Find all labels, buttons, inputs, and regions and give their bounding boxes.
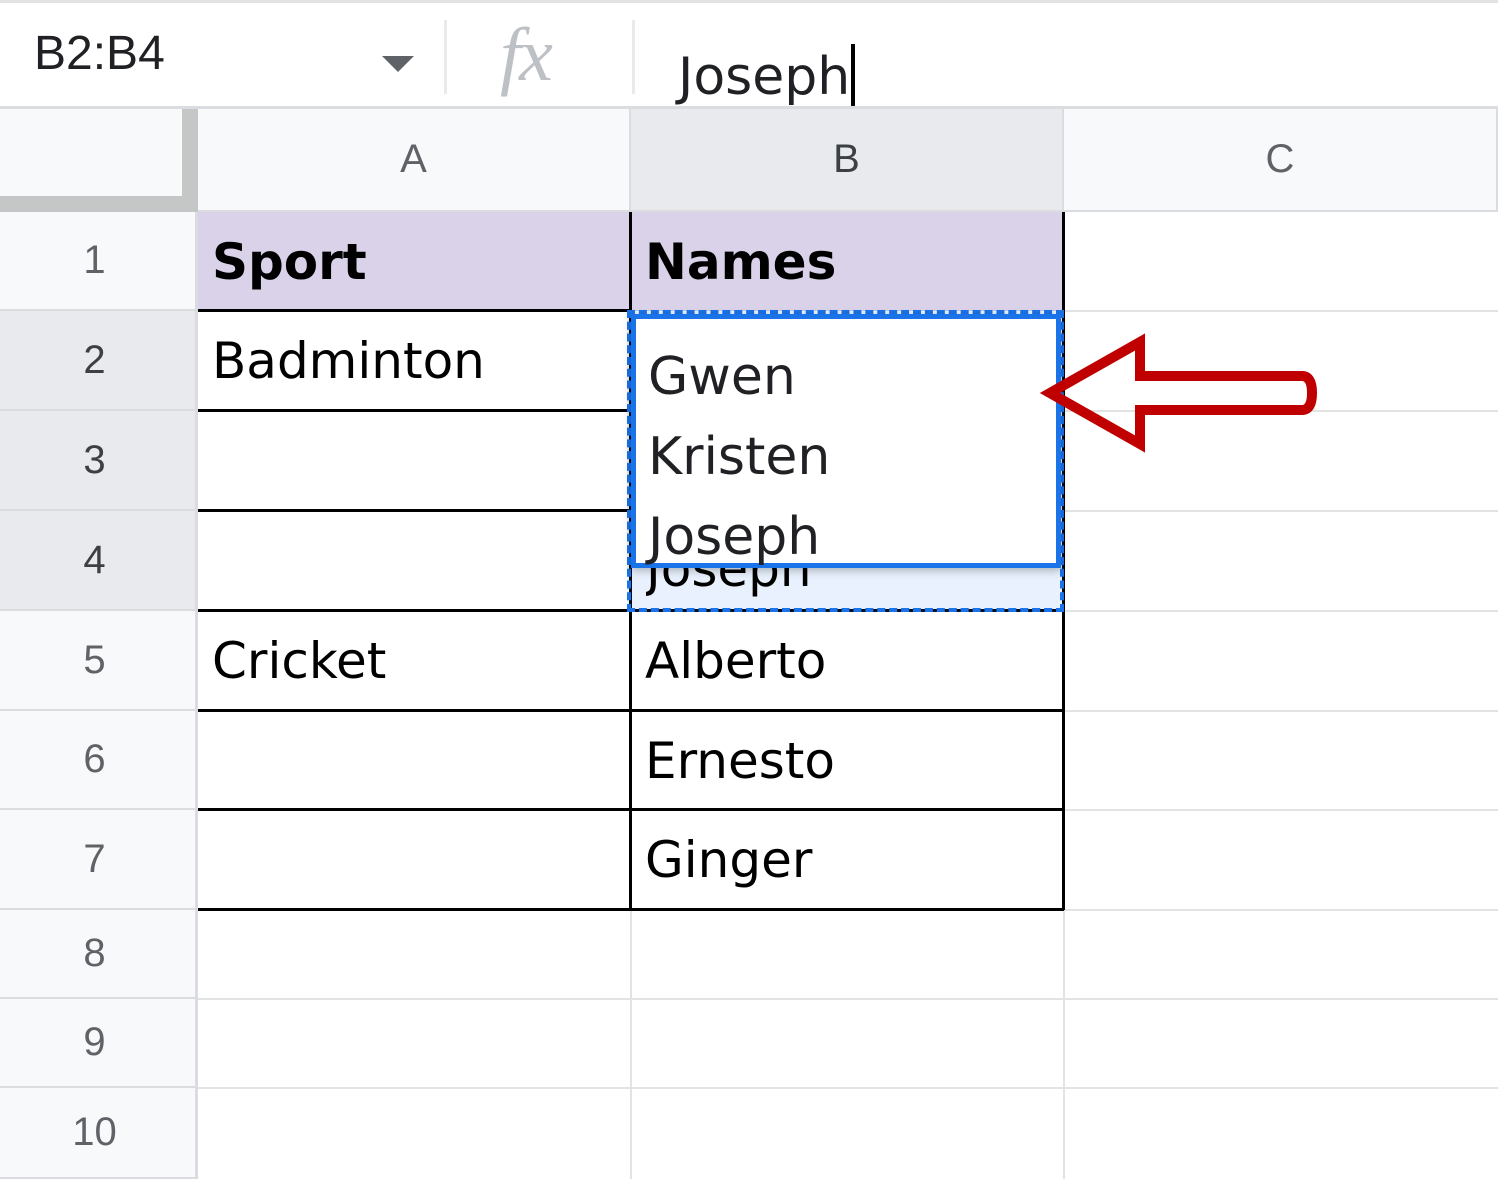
gridline bbox=[1064, 610, 1498, 612]
freeze-handle-horizontal[interactable] bbox=[0, 196, 198, 212]
cell-border bbox=[198, 309, 631, 312]
cell-a1[interactable]: Sport bbox=[198, 212, 631, 311]
gridline bbox=[630, 910, 632, 1179]
gridline bbox=[1064, 710, 1498, 712]
row-header-9[interactable]: 9 bbox=[0, 999, 198, 1088]
cell-a2[interactable]: Badminton bbox=[198, 311, 631, 411]
row-header-10[interactable]: 10 bbox=[0, 1088, 198, 1179]
row-header-2[interactable]: 2 bbox=[0, 311, 198, 411]
cell-a4[interactable] bbox=[198, 511, 631, 611]
row-header-8[interactable]: 8 bbox=[0, 910, 198, 999]
gridline bbox=[1064, 310, 1498, 312]
editor-line: Joseph bbox=[648, 507, 821, 567]
formula-input[interactable]: Joseph bbox=[678, 44, 856, 107]
chevron-down-icon[interactable] bbox=[382, 56, 414, 72]
formula-bar-divider bbox=[632, 20, 635, 94]
name-box[interactable]: B2:B4 bbox=[34, 26, 165, 81]
formula-bar-divider bbox=[444, 20, 447, 94]
row-header-7[interactable]: 7 bbox=[0, 810, 198, 910]
cell-editor[interactable]: Gwen Kristen Joseph bbox=[631, 314, 1061, 568]
row-header-1[interactable]: 1 bbox=[0, 212, 198, 311]
cell-b6[interactable]: Ernesto bbox=[631, 711, 1064, 810]
row-header-6[interactable]: 6 bbox=[0, 711, 198, 810]
cell-border bbox=[198, 409, 631, 412]
editor-line: Gwen bbox=[648, 347, 796, 407]
text-cursor bbox=[851, 44, 856, 106]
row-header-3[interactable]: 3 bbox=[0, 411, 198, 511]
cell-a6[interactable] bbox=[198, 711, 631, 810]
gridline bbox=[198, 1087, 1498, 1089]
cell-a3[interactable] bbox=[198, 411, 631, 511]
cell-a5[interactable]: Cricket bbox=[198, 611, 631, 711]
cell-b1[interactable]: Names bbox=[631, 212, 1064, 311]
gridline bbox=[1064, 510, 1498, 512]
arrow-left-icon bbox=[1040, 333, 1318, 453]
row-header-5[interactable]: 5 bbox=[0, 611, 198, 711]
formula-value: Joseph bbox=[678, 47, 851, 107]
row-header-4[interactable]: 4 bbox=[0, 511, 198, 611]
gridline bbox=[198, 998, 1498, 1000]
column-header-c[interactable]: C bbox=[1064, 109, 1498, 212]
editor-line: Kristen bbox=[648, 427, 831, 487]
freeze-handle-vertical[interactable] bbox=[182, 109, 198, 196]
gridline bbox=[1064, 909, 1498, 911]
cell-b7[interactable]: Ginger bbox=[631, 810, 1064, 910]
column-header-a[interactable]: A bbox=[198, 109, 631, 212]
cell-b5[interactable]: Alberto bbox=[631, 611, 1064, 711]
fx-icon: fx bbox=[500, 13, 553, 97]
cell-border bbox=[198, 509, 631, 512]
column-header-b[interactable]: B bbox=[631, 109, 1064, 212]
gridline bbox=[1064, 809, 1498, 811]
cell-a7[interactable] bbox=[198, 810, 631, 910]
